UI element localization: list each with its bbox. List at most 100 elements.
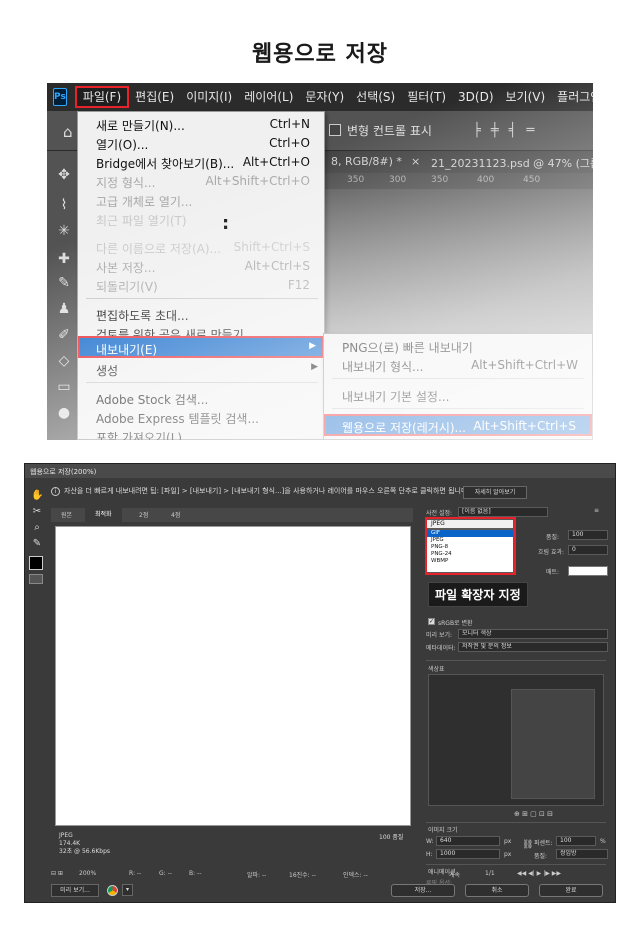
file-export-item[interactable]: 내보내기(E) ▶: [78, 336, 324, 358]
export-as-item[interactable]: 내보내기 형식... Alt+Shift+Ctrl+W: [324, 355, 592, 375]
eyedropper-icon[interactable]: ✎: [31, 538, 43, 550]
close-icon[interactable]: ×: [411, 155, 420, 168]
blur-input[interactable]: 0: [568, 545, 608, 555]
stamp-tool-icon[interactable]: ♟: [56, 301, 72, 317]
eyedropper-color-swatch[interactable]: [29, 556, 43, 570]
export-submenu: PNG으(로) 빠른 내보내기 내보내기 형식... Alt+Shift+Ctrl…: [323, 333, 593, 440]
resample-select[interactable]: 쌍입방: [556, 849, 608, 859]
save-for-web-legacy-item[interactable]: 웹용으로 저장(레거시)... Alt+Shift+Ctrl+S: [324, 414, 592, 436]
menu-divider: [332, 378, 584, 379]
preset-select[interactable]: [이름 없음]: [458, 507, 548, 517]
browser-preview-button[interactable]: 미리 보기...: [51, 884, 99, 897]
file-new-item[interactable]: 새로 만들기(N)... Ctrl+N: [78, 114, 324, 134]
status-hex: 16진수: --: [289, 872, 316, 879]
color-table-grid: [511, 689, 595, 799]
move-tool-icon[interactable]: ✥: [56, 167, 72, 183]
settings-panel: 사전 설정: [이름 없음] ≡ JPEG GIF JPEG PNG-8 PNG…: [418, 504, 612, 887]
doc-tab-2[interactable]: 21_20231123.psd @ 47% (그룹: [431, 155, 593, 171]
magic-wand-icon[interactable]: ✳: [56, 223, 72, 239]
menu-divider: [332, 408, 584, 409]
dialog-title: 웹용으로 저장(200%): [25, 464, 615, 478]
srgb-checkbox[interactable]: ✓: [428, 618, 435, 625]
slice-select-icon[interactable]: ✂: [31, 506, 43, 518]
percent-input[interactable]: 100: [556, 836, 596, 846]
menu-plugins[interactable]: 플러그인: [551, 86, 593, 108]
file-open-item[interactable]: 열기(O)... Ctrl+O: [78, 133, 324, 153]
quality-label: 품질:: [546, 534, 560, 541]
toggle-slices-button[interactable]: [29, 574, 43, 584]
file-adobe-stock-item[interactable]: Adobe Stock 검색...: [78, 388, 324, 408]
color-table-actions-icon[interactable]: ⊕ ⊞ ▢ ⊡ ⊟: [514, 810, 553, 818]
save-button[interactable]: 저장...: [391, 884, 455, 897]
menubar: Ps 파일(F) 편집(E) 이미지(I) 레이어(L) 문자(Y) 선택(S)…: [47, 83, 593, 111]
menu-filter[interactable]: 필터(T): [401, 86, 452, 108]
metadata-select[interactable]: 저작권 및 문의 정보: [458, 642, 608, 652]
loop-select[interactable]: 계속: [449, 870, 460, 879]
chevron-down-icon[interactable]: ▾: [122, 884, 133, 896]
menu-layer[interactable]: 레이어(L): [238, 86, 299, 108]
menu-edit[interactable]: 편집(E): [129, 86, 180, 108]
menu-view[interactable]: 보기(V): [500, 86, 552, 108]
playback-controls[interactable]: ◀◀ ◀| ▶ |▶ ▶▶: [517, 870, 561, 877]
color-table[interactable]: [428, 674, 604, 806]
photoshop-file-menu-screenshot: Ps 파일(F) 편집(E) 이미지(I) 레이어(L) 문자(Y) 선택(S)…: [47, 83, 593, 440]
zoom-level[interactable]: 200%: [79, 870, 96, 877]
menu-file[interactable]: 파일(F): [74, 86, 130, 108]
menu-select[interactable]: 선택(S): [350, 86, 401, 108]
learn-more-button[interactable]: 자세히 알아보기: [463, 486, 527, 499]
menu-type[interactable]: 문자(Y): [299, 86, 350, 108]
link-icon[interactable]: ⛓: [522, 840, 533, 850]
menu-image[interactable]: 이미지(I): [180, 86, 238, 108]
menu-3d[interactable]: 3D(D): [452, 86, 499, 108]
cancel-button[interactable]: 취소: [465, 884, 529, 897]
file-place-embedded-item[interactable]: 포함 가져오기(L)...: [78, 426, 324, 440]
brush-tool-icon[interactable]: ✎: [56, 275, 72, 291]
preview-mode-select[interactable]: 모니터 색상: [458, 629, 608, 639]
status-index: 인덱스: --: [343, 872, 368, 879]
align-icons[interactable]: ╞╪╡═: [473, 123, 544, 138]
file-open-as-item[interactable]: 지정 형식... Alt+Shift+Ctrl+O: [78, 171, 324, 191]
transform-controls-checkbox[interactable]: [329, 124, 341, 136]
file-bridge-item[interactable]: Bridge에서 찾아보기(B)... Alt+Ctrl+O: [78, 152, 324, 172]
chrome-browser-icon[interactable]: [107, 885, 118, 896]
tab-optimized[interactable]: 최적화: [85, 508, 122, 522]
file-invite-item[interactable]: 편집하도록 초대...: [78, 304, 324, 324]
export-quick-png-item[interactable]: PNG으(로) 빠른 내보내기: [324, 336, 592, 356]
menu-icon[interactable]: ≡: [594, 507, 599, 514]
blur-tool-icon[interactable]: ●: [56, 405, 72, 421]
file-open-smart-object-item[interactable]: 고급 개체로 열기...: [78, 190, 324, 210]
hand-tool-icon[interactable]: ✋: [31, 490, 43, 502]
zoom-minus-button[interactable]: ⊟ ⊞: [51, 870, 63, 877]
doc-tab-1[interactable]: 8, RGB/8#) *: [331, 155, 402, 168]
preview-time: 32초 @ 56.6Kbps: [59, 848, 111, 855]
status-bar: ⊟ ⊞ 200% R: -- G: -- B: -- 알파: -- 16진수: …: [51, 868, 413, 880]
healing-brush-icon[interactable]: ✚: [56, 251, 72, 267]
export-preferences-item[interactable]: 내보내기 기본 설정...: [324, 385, 592, 405]
matte-color-swatch[interactable]: [568, 566, 608, 576]
tab-original[interactable]: 원본: [61, 510, 72, 519]
save-for-web-dialog-screenshot: 웹용으로 저장(200%) ✋ ✂ ⌕ ✎ i 자산을 더 빠르게 내보내려면 팁…: [24, 463, 616, 903]
ruler-tick: 450: [523, 175, 541, 185]
width-input[interactable]: 640: [436, 836, 500, 846]
tab-2up[interactable]: 2점: [139, 510, 148, 519]
history-brush-icon[interactable]: ✐: [56, 327, 72, 343]
preview-info: JPEG 174.4K 32초 @ 56.6Kbps: [59, 832, 110, 856]
image-preview[interactable]: [55, 526, 411, 826]
tip-text: 자산을 더 빠르게 내보내려면 팁: [파일] > [내보내기] > [내보내기…: [64, 487, 470, 495]
file-adobe-express-item[interactable]: Adobe Express 템플릿 검색...: [78, 407, 324, 427]
quality-input[interactable]: 100: [568, 530, 608, 540]
done-button[interactable]: 완료: [539, 884, 603, 897]
photoshop-logo-icon: Ps: [53, 88, 67, 106]
file-recent-item[interactable]: 최근 파일 열기(T): [78, 209, 324, 229]
file-save-copy-item[interactable]: 사본 저장... Alt+Ctrl+S: [78, 256, 324, 276]
file-generate-item[interactable]: 생성 ▶: [78, 359, 324, 379]
file-save-as-item[interactable]: 다른 이름으로 저장(A)... Shift+Ctrl+S: [78, 237, 324, 257]
tab-4up[interactable]: 4점: [171, 510, 180, 519]
eraser-tool-icon[interactable]: ◇: [56, 353, 72, 369]
zoom-tool-icon[interactable]: ⌕: [31, 522, 43, 534]
file-revert-item[interactable]: 되돌리기(V) F12: [78, 275, 324, 295]
height-input[interactable]: 1000: [436, 849, 500, 859]
preview-format: JPEG: [59, 832, 73, 839]
lasso-tool-icon[interactable]: ⌇: [56, 197, 72, 213]
gradient-tool-icon[interactable]: ▭: [56, 379, 72, 395]
